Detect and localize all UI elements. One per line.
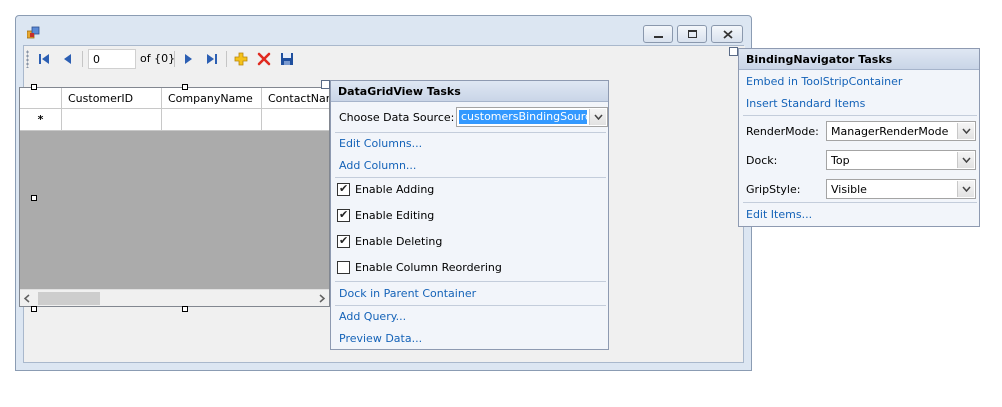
navigator-smart-tag-glyph-icon[interactable]: [729, 47, 738, 56]
move-first-icon[interactable]: [36, 51, 52, 67]
grid-cell[interactable]: [62, 109, 162, 131]
choose-data-source-label: Choose Data Source:: [339, 111, 455, 124]
checkmark-icon: ✔: [339, 234, 349, 247]
add-new-icon[interactable]: [233, 51, 249, 67]
scroll-left-icon[interactable]: [23, 294, 31, 303]
column-header-contactname[interactable]: ContactName: [262, 88, 329, 109]
section-divider: [335, 305, 606, 306]
minimize-icon: [654, 36, 663, 38]
chevron-down-icon: [962, 128, 971, 134]
add-query-link[interactable]: Add Query...: [339, 310, 406, 323]
selected-highlight: customersBindingSource: [459, 110, 587, 124]
close-icon: [723, 30, 733, 39]
section-divider: [743, 202, 977, 203]
count-label: of {0}: [140, 52, 176, 65]
app-icon: [27, 26, 40, 39]
scroll-right-icon[interactable]: [318, 294, 326, 303]
toolstrip-grip[interactable]: [26, 50, 29, 68]
toolstrip-separator: [174, 51, 175, 67]
gripstyle-combo[interactable]: Visible: [826, 179, 976, 199]
restore-button[interactable]: [677, 25, 707, 43]
move-previous-icon[interactable]: [60, 51, 76, 67]
resize-handle[interactable]: [182, 84, 188, 90]
add-column-link[interactable]: Add Column...: [339, 159, 416, 172]
checkmark-icon: ✔: [339, 208, 349, 221]
section-divider: [335, 132, 606, 133]
combo-dropdown-button[interactable]: [957, 123, 974, 139]
gripstyle-label: GripStyle:: [746, 183, 801, 196]
chevron-down-icon: [962, 157, 971, 163]
rendermode-combo[interactable]: ManagerRenderMode: [826, 121, 976, 141]
dock-combo[interactable]: Top: [826, 150, 976, 170]
enable-adding-label: Enable Adding: [355, 183, 435, 196]
insert-standard-items-link[interactable]: Insert Standard Items: [746, 97, 865, 110]
preview-data-link[interactable]: Preview Data...: [339, 332, 422, 345]
enable-editing-checkbox[interactable]: ✔: [337, 208, 350, 222]
resize-handle[interactable]: [182, 306, 188, 312]
chevron-down-icon: [962, 186, 971, 192]
enable-editing-label: Enable Editing: [355, 209, 435, 222]
resize-handle[interactable]: [31, 84, 37, 90]
smart-tag-glyph-icon[interactable]: [321, 80, 330, 89]
toolstrip-separator: [226, 51, 227, 67]
dock-value: Top: [831, 154, 850, 167]
section-divider: [335, 281, 606, 282]
close-button[interactable]: [711, 25, 743, 43]
bindingnavigator-tasks-panel: BindingNavigator Tasks Embed in ToolStri…: [738, 48, 980, 227]
combo-dropdown-button[interactable]: [589, 109, 606, 125]
edit-items-link[interactable]: Edit Items...: [746, 208, 812, 221]
enable-deleting-label: Enable Deleting: [355, 235, 443, 248]
dock-in-parent-link[interactable]: Dock in Parent Container: [339, 287, 476, 300]
datagridview-tasks-title: DataGridView Tasks: [331, 81, 608, 102]
dock-label: Dock:: [746, 154, 778, 167]
grid-cell[interactable]: [162, 109, 262, 131]
enable-column-reordering-checkbox[interactable]: [337, 261, 350, 274]
data-source-combo[interactable]: customersBindingSource: [456, 107, 608, 127]
combo-dropdown-button[interactable]: [957, 181, 974, 197]
datagridview-tasks-panel: DataGridView Tasks Choose Data Source: c…: [330, 80, 609, 350]
checkmark-icon: ✔: [339, 182, 349, 195]
edit-columns-link[interactable]: Edit Columns...: [339, 137, 422, 150]
new-row-marker: *: [20, 109, 62, 131]
save-icon[interactable]: [279, 51, 295, 67]
column-header-companyname[interactable]: CompanyName: [162, 88, 262, 109]
resize-handle[interactable]: [31, 306, 37, 312]
position-input[interactable]: [88, 49, 136, 69]
delete-icon[interactable]: [256, 51, 272, 67]
customers-datagridview[interactable]: CustomerID CompanyName ContactName *: [19, 87, 330, 307]
section-divider: [743, 115, 977, 116]
scrollbar-thumb[interactable]: [38, 292, 100, 305]
grid-header-row: CustomerID CompanyName ContactName: [20, 88, 329, 109]
data-source-value: customersBindingSource: [461, 110, 587, 123]
rendermode-value: ManagerRenderMode: [831, 125, 949, 138]
enable-deleting-checkbox[interactable]: ✔: [337, 234, 350, 248]
restore-icon: [688, 30, 697, 38]
grid-horizontal-scrollbar[interactable]: [20, 289, 329, 306]
combo-dropdown-button[interactable]: [957, 152, 974, 168]
resize-handle[interactable]: [31, 195, 37, 201]
chevron-down-icon: [594, 114, 603, 120]
grid-new-row[interactable]: *: [20, 109, 329, 131]
minimize-button[interactable]: [643, 25, 673, 43]
binding-navigator-toolstrip: of {0}: [24, 46, 745, 72]
enable-column-reordering-label: Enable Column Reordering: [355, 261, 502, 274]
move-next-icon[interactable]: [180, 51, 196, 67]
embed-in-toolstripcontainer-link[interactable]: Embed in ToolStripContainer: [746, 75, 902, 88]
bindingnavigator-tasks-title: BindingNavigator Tasks: [739, 49, 979, 70]
grid-cell[interactable]: [262, 109, 329, 131]
column-header-customerid[interactable]: CustomerID: [62, 88, 162, 109]
rendermode-label: RenderMode:: [746, 125, 819, 138]
toolstrip-separator: [82, 51, 83, 67]
row-header-corner[interactable]: [20, 88, 62, 109]
move-last-icon[interactable]: [204, 51, 220, 67]
gripstyle-value: Visible: [831, 183, 867, 196]
enable-adding-checkbox[interactable]: ✔: [337, 182, 350, 196]
section-divider: [335, 177, 606, 178]
